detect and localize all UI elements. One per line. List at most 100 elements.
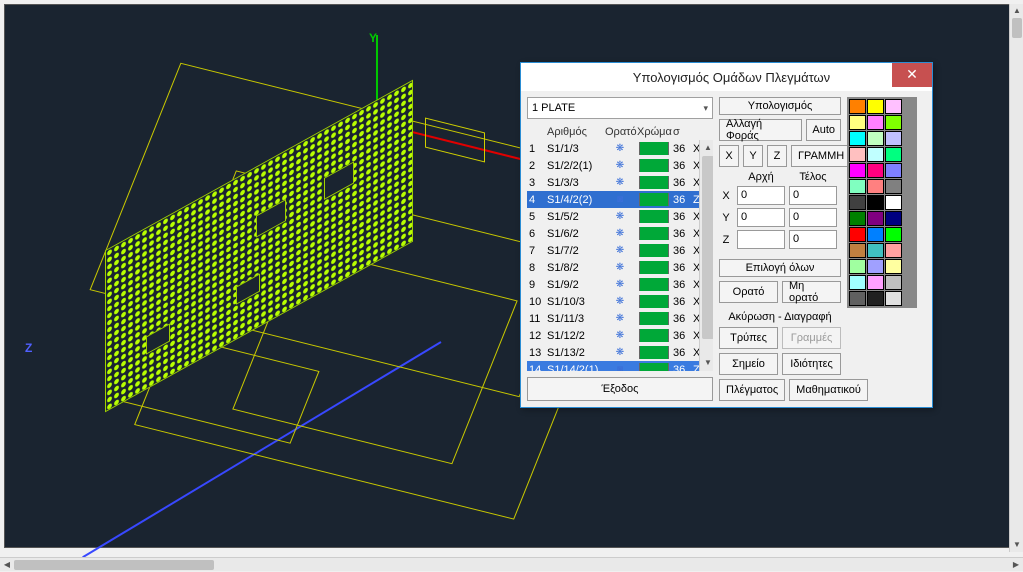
- horizontal-scrollbar[interactable]: ◀ ▶: [0, 557, 1023, 571]
- palette-swatch[interactable]: [885, 227, 902, 242]
- mesh-opening: [256, 199, 286, 238]
- calculate-button[interactable]: Υπολογισμός: [719, 97, 841, 115]
- palette-swatch[interactable]: [849, 275, 866, 290]
- list-row[interactable]: 11S1/11/3❋36X: [527, 310, 713, 327]
- palette-swatch[interactable]: [867, 163, 884, 178]
- palette-swatch[interactable]: [885, 259, 902, 274]
- x-end-input[interactable]: 0: [789, 186, 837, 205]
- scroll-down-icon[interactable]: ▼: [1010, 538, 1023, 552]
- list-row[interactable]: 4S1/4/2(2)◙36Z: [527, 191, 713, 208]
- palette-swatch[interactable]: [849, 195, 866, 210]
- palette-swatch[interactable]: [867, 99, 884, 114]
- plate-combo[interactable]: 1 PLATE ▾: [527, 97, 713, 119]
- list-row[interactable]: 6S1/6/2❋36X: [527, 225, 713, 242]
- mesh-opening: [146, 323, 170, 354]
- palette-swatch[interactable]: [849, 115, 866, 130]
- list-row[interactable]: 3S1/3/3❋36X: [527, 174, 713, 191]
- palette-swatch[interactable]: [849, 291, 866, 306]
- color-swatch: [639, 244, 669, 257]
- palette-swatch[interactable]: [849, 211, 866, 226]
- mesh-list[interactable]: 1S1/1/3❋36X2S1/2/2(1)❋36X3S1/3/3❋36X4S1/…: [527, 140, 713, 371]
- palette-swatch[interactable]: [867, 115, 884, 130]
- mesh-button[interactable]: Πλέγματος: [719, 379, 785, 401]
- close-button[interactable]: ✕: [892, 63, 932, 87]
- palette-swatch[interactable]: [849, 179, 866, 194]
- scroll-thumb[interactable]: [702, 156, 713, 339]
- auto-button[interactable]: Auto: [806, 119, 841, 141]
- palette-swatch[interactable]: [867, 147, 884, 162]
- color-swatch: [639, 312, 669, 325]
- palette-swatch[interactable]: [885, 147, 902, 162]
- scroll-down-icon[interactable]: ▼: [700, 355, 713, 371]
- lines-button[interactable]: Γραμμές: [782, 327, 841, 349]
- palette-swatch[interactable]: [867, 227, 884, 242]
- list-scrollbar[interactable]: ▲ ▼: [699, 140, 713, 371]
- palette-swatch[interactable]: [867, 243, 884, 258]
- palette-swatch[interactable]: [867, 131, 884, 146]
- list-row[interactable]: 1S1/1/3❋36X: [527, 140, 713, 157]
- list-row[interactable]: 2S1/2/2(1)❋36X: [527, 157, 713, 174]
- palette-swatch[interactable]: [849, 131, 866, 146]
- palette-swatch[interactable]: [885, 195, 902, 210]
- change-direction-button[interactable]: Αλλαγή Φοράς: [719, 119, 802, 141]
- z-end-input[interactable]: 0: [789, 230, 837, 249]
- palette-swatch[interactable]: [885, 115, 902, 130]
- palette-swatch[interactable]: [849, 243, 866, 258]
- z-start-input[interactable]: [737, 230, 785, 249]
- color-swatch: [639, 295, 669, 308]
- visible-button[interactable]: Ορατό: [719, 281, 778, 303]
- list-row[interactable]: 14S1/14/2(1)◙36Z: [527, 361, 713, 371]
- list-row[interactable]: 5S1/5/2❋36X: [527, 208, 713, 225]
- invisible-button[interactable]: Μη ορατό: [782, 281, 841, 303]
- palette-swatch[interactable]: [867, 195, 884, 210]
- list-row[interactable]: 9S1/9/2❋36X: [527, 276, 713, 293]
- palette-swatch[interactable]: [849, 99, 866, 114]
- x-start-input[interactable]: 0: [737, 186, 785, 205]
- palette-swatch[interactable]: [885, 99, 902, 114]
- y-button[interactable]: Y: [743, 145, 763, 167]
- palette-swatch[interactable]: [867, 259, 884, 274]
- visibility-icon: ❋: [603, 279, 635, 290]
- list-row[interactable]: 12S1/12/2❋36X: [527, 327, 713, 344]
- palette-swatch[interactable]: [867, 291, 884, 306]
- palette-swatch[interactable]: [885, 275, 902, 290]
- holes-button[interactable]: Τρύπες: [719, 327, 778, 349]
- scroll-up-icon[interactable]: ▲: [1010, 4, 1023, 18]
- palette-swatch[interactable]: [885, 131, 902, 146]
- scroll-right-icon[interactable]: ▶: [1009, 558, 1023, 572]
- y-start-input[interactable]: 0: [737, 208, 785, 227]
- combo-value: 1 PLATE: [532, 102, 575, 114]
- list-row[interactable]: 10S1/10/3❋36X: [527, 293, 713, 310]
- scroll-thumb[interactable]: [1012, 18, 1022, 38]
- x-button[interactable]: X: [719, 145, 739, 167]
- list-row[interactable]: 13S1/13/2❋36X: [527, 344, 713, 361]
- exit-button[interactable]: Έξοδος: [527, 377, 713, 401]
- scroll-up-icon[interactable]: ▲: [700, 140, 713, 156]
- palette-swatch[interactable]: [885, 163, 902, 178]
- mesh-groups-dialog: Υπολογισμός Ομάδων Πλεγμάτων ✕ 1 PLATE ▾…: [520, 62, 933, 408]
- palette-swatch[interactable]: [867, 211, 884, 226]
- vertical-scrollbar[interactable]: ▲ ▼: [1009, 4, 1023, 552]
- palette-swatch[interactable]: [849, 147, 866, 162]
- y-end-input[interactable]: 0: [789, 208, 837, 227]
- z-button[interactable]: Z: [767, 145, 787, 167]
- line-button[interactable]: ΓΡΑΜΜΗ: [791, 145, 851, 167]
- scroll-thumb[interactable]: [14, 560, 214, 570]
- palette-swatch[interactable]: [849, 227, 866, 242]
- list-row[interactable]: 7S1/7/2❋36X: [527, 242, 713, 259]
- palette-swatch[interactable]: [885, 179, 902, 194]
- color-swatch: [639, 363, 669, 371]
- palette-swatch[interactable]: [885, 291, 902, 306]
- palette-swatch[interactable]: [885, 243, 902, 258]
- list-row[interactable]: 8S1/8/2❋36X: [527, 259, 713, 276]
- properties-button[interactable]: Ιδιότητες: [782, 353, 841, 375]
- palette-swatch[interactable]: [849, 163, 866, 178]
- select-all-button[interactable]: Επιλογή όλων: [719, 259, 841, 277]
- palette-swatch[interactable]: [867, 275, 884, 290]
- scroll-left-icon[interactable]: ◀: [0, 558, 14, 572]
- dialog-title-bar[interactable]: Υπολογισμός Ομάδων Πλεγμάτων ✕: [521, 63, 932, 91]
- palette-swatch[interactable]: [849, 259, 866, 274]
- point-button[interactable]: Σημείο: [719, 353, 778, 375]
- palette-swatch[interactable]: [885, 211, 902, 226]
- palette-swatch[interactable]: [867, 179, 884, 194]
